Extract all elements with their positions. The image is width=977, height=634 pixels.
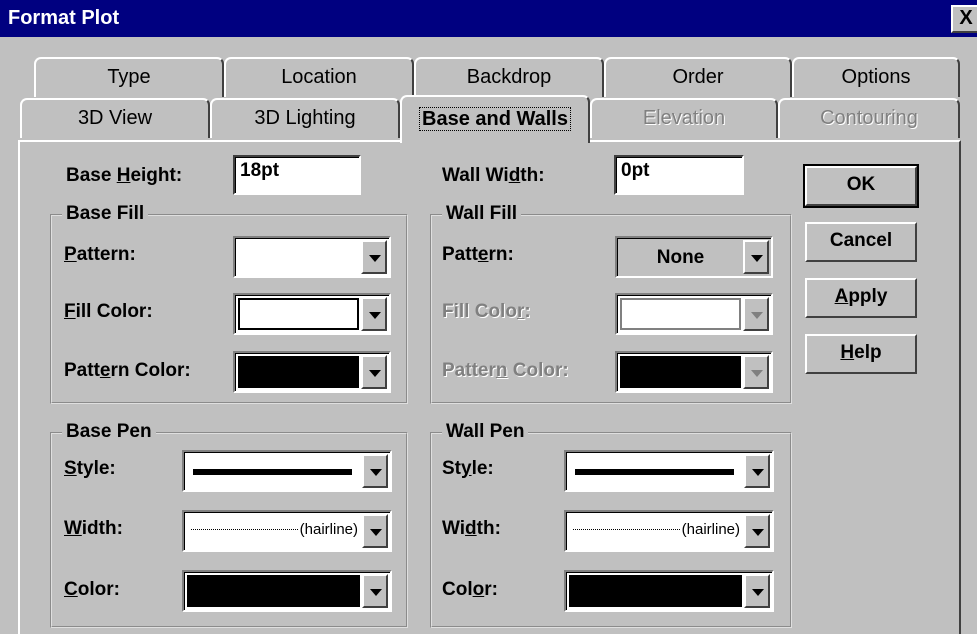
base-pattern-dropdown[interactable] xyxy=(233,236,391,278)
chevron-down-icon[interactable] xyxy=(362,514,388,548)
close-button[interactable]: X xyxy=(951,5,977,33)
apply-button[interactable]: Apply xyxy=(805,278,917,318)
base-fill-color-label: Fill Color: xyxy=(64,301,153,322)
chevron-down-icon[interactable] xyxy=(743,240,769,274)
tab-label: 3D View xyxy=(77,107,153,129)
wall-width-pen-label: Width: xyxy=(442,518,501,539)
cancel-button[interactable]: Cancel xyxy=(805,222,917,262)
tab-elevation[interactable]: Elevation xyxy=(590,98,778,138)
tab-base-and-walls[interactable]: Base and Walls xyxy=(400,95,590,143)
tab-options[interactable]: Options xyxy=(792,57,960,97)
tab-label: 3D Lighting xyxy=(254,107,356,129)
tab-label: Location xyxy=(281,66,357,88)
wall-fill-color-dropdown[interactable] xyxy=(615,293,773,335)
chevron-down-icon[interactable] xyxy=(362,454,388,488)
color-swatch xyxy=(620,356,741,388)
tab-label: Order xyxy=(672,66,724,88)
chevron-down-icon[interactable] xyxy=(743,355,769,389)
wall-pattern-label: Pattern: xyxy=(442,244,514,265)
wall-pattern-color-dropdown[interactable] xyxy=(615,351,773,393)
base-fill-title: Base Fill xyxy=(62,203,149,225)
chevron-down-icon[interactable] xyxy=(361,297,387,331)
tab-3d-lighting[interactable]: 3D Lighting xyxy=(210,98,400,138)
tab-backdrop[interactable]: Backdrop xyxy=(414,57,604,97)
tab-3d-view[interactable]: 3D View xyxy=(20,98,210,138)
color-swatch xyxy=(238,356,359,388)
pattern-value: None xyxy=(656,247,705,268)
base-color-label: Color: xyxy=(64,579,120,600)
chevron-down-icon[interactable] xyxy=(744,454,770,488)
line-style-preview xyxy=(187,455,360,487)
wall-color-dropdown[interactable] xyxy=(564,570,774,612)
base-pen-title: Base Pen xyxy=(62,421,156,443)
wall-fill-color-label: Fill Color: xyxy=(442,301,531,322)
chevron-down-icon[interactable] xyxy=(743,297,769,331)
tab-contouring[interactable]: Contouring xyxy=(778,98,960,138)
base-pattern-color-label: Pattern Color: xyxy=(64,360,191,381)
color-swatch xyxy=(620,298,741,330)
line-width-preview: (hairline) xyxy=(569,515,742,547)
wall-color-label: Color: xyxy=(442,579,498,600)
window-title: Format Plot xyxy=(8,7,120,29)
help-button[interactable]: Help xyxy=(805,334,917,374)
wall-fill-title: Wall Fill xyxy=(442,203,522,225)
color-swatch xyxy=(187,575,360,607)
color-swatch xyxy=(238,298,359,330)
color-swatch xyxy=(569,575,742,607)
base-height-label: Base Height: xyxy=(66,165,183,186)
line-style-preview xyxy=(569,455,742,487)
base-pattern-label: Pattern: xyxy=(64,244,136,265)
wall-pattern-dropdown[interactable]: None xyxy=(615,236,773,278)
base-color-dropdown[interactable] xyxy=(182,570,392,612)
close-icon: X xyxy=(959,7,973,29)
base-fill-color-dropdown[interactable] xyxy=(233,293,391,335)
chevron-down-icon[interactable] xyxy=(744,574,770,608)
wall-pattern-color-label: Pattern Color: xyxy=(442,360,569,381)
chevron-down-icon[interactable] xyxy=(744,514,770,548)
tab-location[interactable]: Location xyxy=(224,57,414,97)
tab-order[interactable]: Order xyxy=(604,57,792,97)
base-pattern-color-dropdown[interactable] xyxy=(233,351,391,393)
tab-label: Options xyxy=(841,66,911,88)
chevron-down-icon[interactable] xyxy=(362,574,388,608)
base-width-dropdown[interactable]: (hairline) xyxy=(182,510,392,552)
wall-width-dropdown[interactable]: (hairline) xyxy=(564,510,774,552)
tab-label: Backdrop xyxy=(466,66,552,88)
line-width-preview: (hairline) xyxy=(187,515,360,547)
wall-style-label: Style: xyxy=(442,458,494,479)
chevron-down-icon[interactable] xyxy=(361,355,387,389)
base-style-label: Style: xyxy=(64,458,116,479)
tab-label: Type xyxy=(107,66,151,88)
base-height-input[interactable]: 18pt xyxy=(233,155,361,195)
tab-type[interactable]: Type xyxy=(34,57,224,97)
tab-label: Elevation xyxy=(642,107,726,129)
chevron-down-icon[interactable] xyxy=(361,240,387,274)
tab-label: Contouring xyxy=(820,107,918,129)
wall-style-dropdown[interactable] xyxy=(564,450,774,492)
pattern-swatch xyxy=(238,241,359,273)
base-width-label: Width: xyxy=(64,518,123,539)
tab-label: Base and Walls xyxy=(419,107,571,131)
wall-width-input[interactable]: 0pt xyxy=(614,155,744,195)
wall-width-label: Wall Width: xyxy=(442,165,545,186)
ok-button[interactable]: OK xyxy=(803,164,919,208)
wall-pen-title: Wall Pen xyxy=(442,421,529,443)
base-style-dropdown[interactable] xyxy=(182,450,392,492)
title-bar[interactable]: Format Plot X xyxy=(0,0,977,37)
